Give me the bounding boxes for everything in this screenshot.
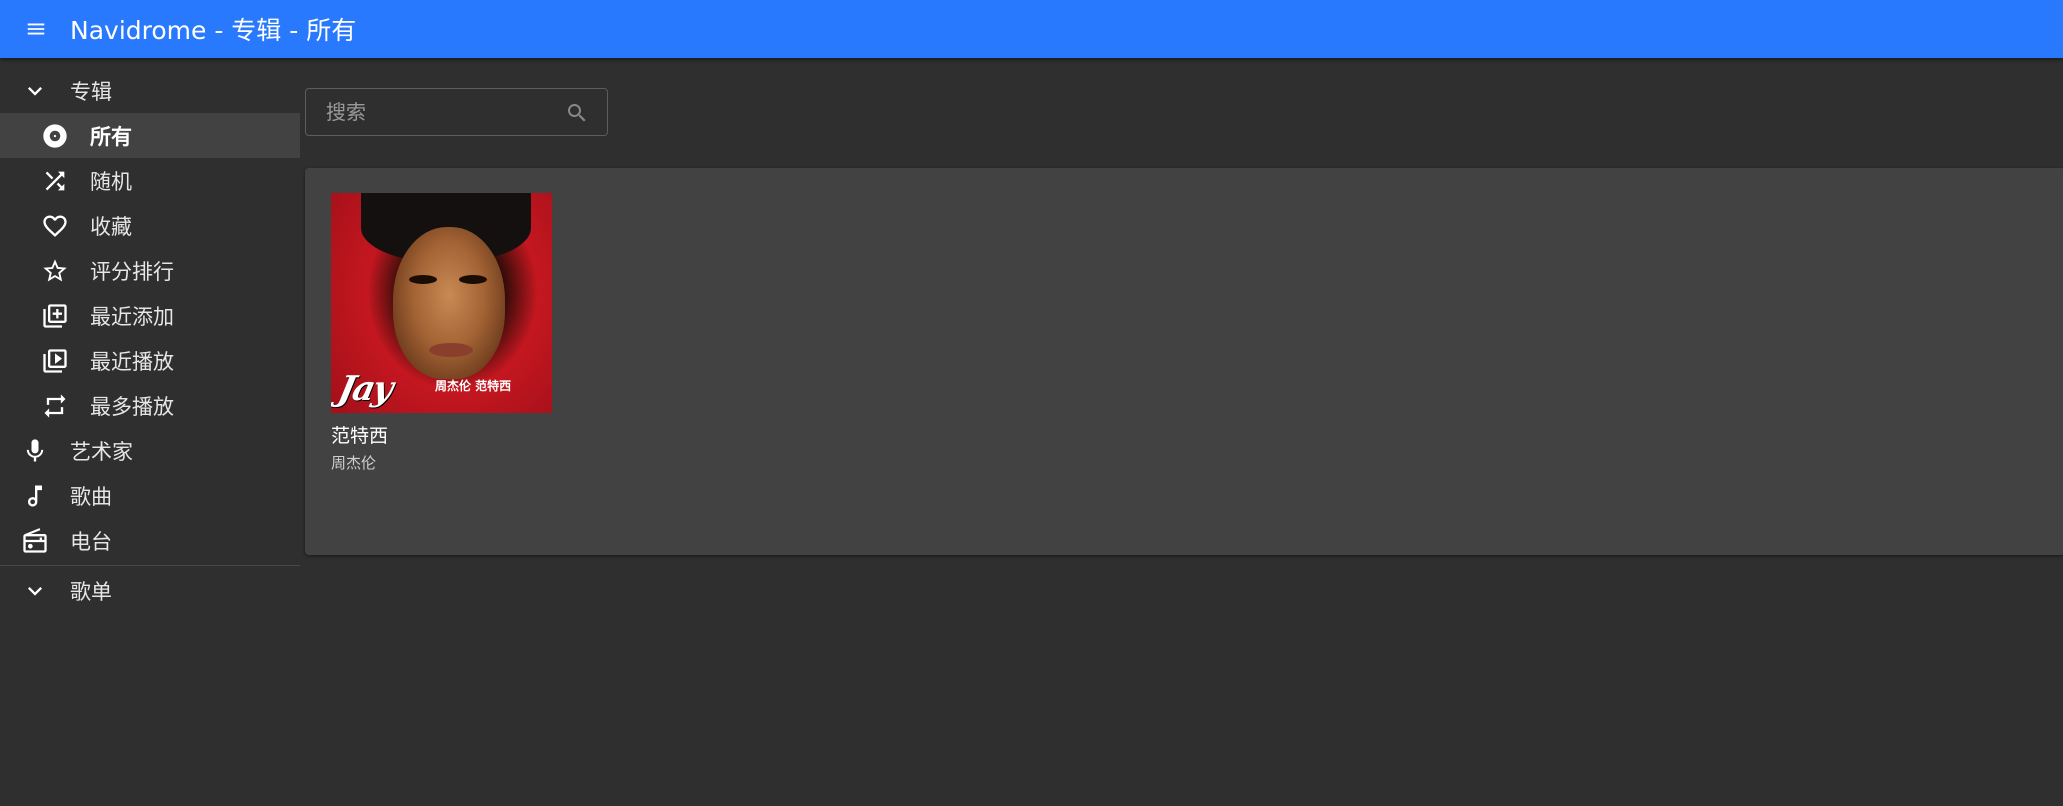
video-library-icon <box>40 346 70 376</box>
library-add-icon <box>40 301 70 331</box>
star-icon <box>40 256 70 286</box>
album-cover[interactable]: Jay 周杰伦 范特西 <box>331 193 552 413</box>
sidebar-item-most-played[interactable]: 最多播放 <box>0 383 300 428</box>
sidebar-group-albums[interactable]: 专辑 <box>0 68 300 113</box>
sidebar-divider <box>0 565 300 566</box>
chevron-down-icon <box>20 576 50 606</box>
shuffle-icon <box>40 166 70 196</box>
sidebar-item-songs[interactable]: 歌曲 <box>0 473 300 518</box>
cover-art-caption: 周杰伦 范特西 <box>435 379 512 393</box>
cover-art-logo: Jay <box>334 369 396 409</box>
microphone-icon <box>20 436 50 466</box>
cover-art-eye <box>459 275 487 284</box>
sidebar-item-artists[interactable]: 艺术家 <box>0 428 300 473</box>
sidebar-item-recently-added[interactable]: 最近添加 <box>0 293 300 338</box>
search-field[interactable] <box>305 88 608 136</box>
app-bar: Navidrome - 专辑 - 所有 <box>0 0 2063 58</box>
radio-icon <box>20 526 50 556</box>
chevron-down-icon <box>20 76 50 106</box>
sidebar-item-label: 专辑 <box>70 79 112 104</box>
album-grid: Jay 周杰伦 范特西 范特西 周杰伦 <box>305 168 2063 555</box>
sidebar-item-label: 歌曲 <box>70 484 112 509</box>
sidebar-group-playlists[interactable]: 歌单 <box>0 568 300 613</box>
album-disc-icon <box>40 121 70 151</box>
album-card[interactable]: Jay 周杰伦 范特西 范特西 周杰伦 <box>331 193 553 473</box>
music-note-icon <box>20 481 50 511</box>
sidebar-item-recently-played[interactable]: 最近播放 <box>0 338 300 383</box>
sidebar-item-radio[interactable]: 电台 <box>0 518 300 563</box>
sidebar-item-all[interactable]: 所有 <box>0 113 300 158</box>
sidebar-item-label: 艺术家 <box>70 439 133 464</box>
sidebar-item-label: 最近添加 <box>90 304 174 329</box>
sidebar-item-label: 所有 <box>90 124 132 149</box>
sidebar-item-label: 收藏 <box>90 214 132 239</box>
cover-art-mouth <box>429 343 473 357</box>
menu-button[interactable] <box>18 11 54 47</box>
heart-icon <box>40 211 70 241</box>
page-title: Navidrome - 专辑 - 所有 <box>70 16 357 45</box>
repeat-icon <box>40 391 70 421</box>
cover-art-eye <box>409 275 437 284</box>
sidebar: 专辑 所有 随机 收藏 评分排行 最近添加 最近播放 最多播放 艺术家 歌曲 电… <box>0 68 300 613</box>
menu-icon <box>27 23 45 35</box>
sidebar-item-label: 歌单 <box>70 579 112 604</box>
sidebar-item-label: 最近播放 <box>90 349 174 374</box>
album-artist[interactable]: 周杰伦 <box>331 452 553 473</box>
sidebar-item-random[interactable]: 随机 <box>0 158 300 203</box>
search-input[interactable] <box>324 99 548 125</box>
sidebar-item-label: 随机 <box>90 169 132 194</box>
sidebar-item-label: 最多播放 <box>90 394 174 419</box>
album-title[interactable]: 范特西 <box>331 421 553 448</box>
sidebar-item-label: 电台 <box>70 529 112 554</box>
search-icon[interactable] <box>565 101 589 125</box>
sidebar-item-label: 评分排行 <box>90 259 174 284</box>
sidebar-item-top-rated[interactable]: 评分排行 <box>0 248 300 293</box>
sidebar-item-favorites[interactable]: 收藏 <box>0 203 300 248</box>
